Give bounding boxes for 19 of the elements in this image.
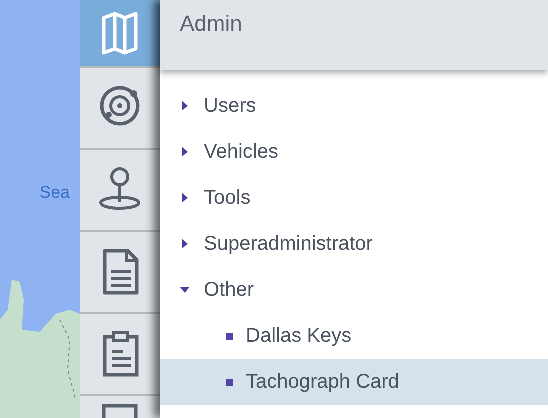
tree-item-label: Other xyxy=(204,278,254,302)
tree-subitem-label: Tachograph Card xyxy=(246,370,400,394)
tree-item-label: Tools xyxy=(204,186,251,210)
tree-item[interactable]: Vehicles xyxy=(160,129,548,175)
tree-item[interactable]: Superadministrator xyxy=(160,221,548,267)
bullet-icon xyxy=(226,378,233,386)
tree-subitem[interactable]: Dallas Keys xyxy=(160,313,548,359)
map-label: Sea xyxy=(40,183,70,203)
map-nav-button[interactable] xyxy=(80,0,160,68)
tree-item[interactable]: Users xyxy=(160,83,548,129)
tree-item-label: Users xyxy=(204,94,256,118)
tree-item-label: Superadministrator xyxy=(204,232,373,256)
panel-title: Admin xyxy=(180,11,242,37)
tree-subitem[interactable]: Tachograph Card xyxy=(160,359,548,405)
tree-item-label: Vehicles xyxy=(204,140,278,164)
bullet-icon xyxy=(226,332,233,340)
tree-item[interactable]: Other xyxy=(160,267,548,313)
tree-subitem-label: Dallas Keys xyxy=(246,324,352,348)
tree-item[interactable]: Tools xyxy=(160,175,548,221)
